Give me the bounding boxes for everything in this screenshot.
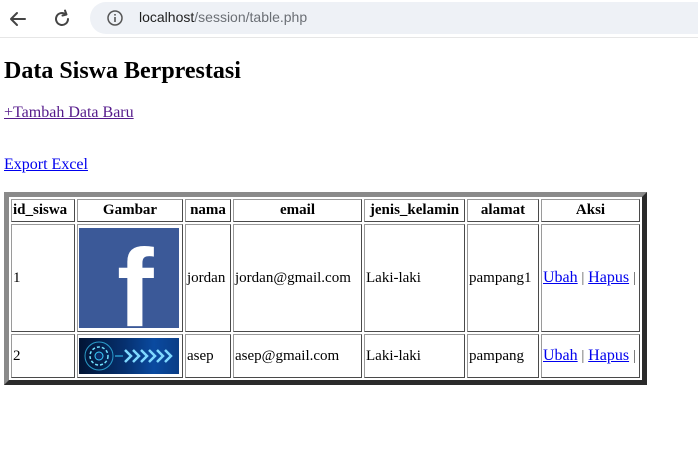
cell-email: jordan@gmail.com — [233, 224, 362, 332]
header-gambar: Gambar — [77, 199, 183, 222]
header-alamat: alamat — [467, 199, 539, 222]
address-bar[interactable]: localhost/session/table.php — [90, 2, 698, 34]
header-nama: nama — [185, 199, 231, 222]
cell-nama: jordan — [185, 224, 231, 332]
edit-link[interactable]: Ubah — [543, 347, 578, 364]
cell-jenis-kelamin: Laki-laki — [364, 224, 465, 332]
cell-aksi: Ubah | Hapus | — [541, 224, 640, 332]
cell-aksi: Ubah | Hapus | — [541, 334, 640, 378]
back-button[interactable] — [5, 6, 31, 32]
delete-link[interactable]: Hapus — [588, 347, 629, 364]
separator: | — [632, 270, 636, 286]
export-excel-link[interactable]: Export Excel — [4, 156, 88, 174]
facebook-logo-image: f — [79, 228, 179, 328]
cell-image: f — [77, 224, 183, 332]
page-title: Data Siswa Berprestasi — [4, 58, 241, 84]
header-aksi: Aksi — [541, 199, 640, 222]
url-text[interactable]: localhost/session/table.php — [139, 9, 307, 25]
separator: | — [581, 270, 585, 286]
reload-button[interactable] — [49, 6, 75, 32]
delete-link[interactable]: Hapus — [588, 269, 629, 286]
url-path: /session/table.php — [194, 9, 308, 25]
url-host: localhost — [139, 9, 195, 25]
tech-banner-image — [79, 338, 179, 374]
separator: | — [581, 348, 585, 364]
header-jenis-kelamin: jenis_kelamin — [364, 199, 465, 222]
browser-toolbar: localhost/session/table.php — [0, 0, 698, 38]
table-row: 2 asep asep@gmail.com Laki-laki pampang … — [11, 334, 640, 378]
add-data-link[interactable]: +Tambah Data Baru — [4, 104, 134, 122]
header-email: email — [233, 199, 362, 222]
cell-nama: asep — [185, 334, 231, 378]
edit-link[interactable]: Ubah — [543, 269, 578, 286]
separator: | — [632, 348, 636, 364]
table-header-row: id_siswa Gambar nama email jenis_kelamin… — [11, 199, 640, 222]
cell-jenis-kelamin: Laki-laki — [364, 334, 465, 378]
header-id-siswa: id_siswa — [11, 199, 75, 222]
cell-email: asep@gmail.com — [233, 334, 362, 378]
student-table: id_siswa Gambar nama email jenis_kelamin… — [4, 192, 647, 385]
info-icon[interactable] — [107, 10, 123, 26]
reload-icon — [55, 9, 69, 26]
cell-alamat: pampang1 — [467, 224, 539, 332]
cell-alamat: pampang — [467, 334, 539, 378]
cell-id: 1 — [11, 224, 75, 332]
cell-id: 2 — [11, 334, 75, 378]
arrow-left-icon — [10, 12, 26, 26]
table-row: 1 f jordan jordan@gmail.com Laki-laki pa… — [11, 224, 640, 332]
cell-image — [77, 334, 183, 378]
